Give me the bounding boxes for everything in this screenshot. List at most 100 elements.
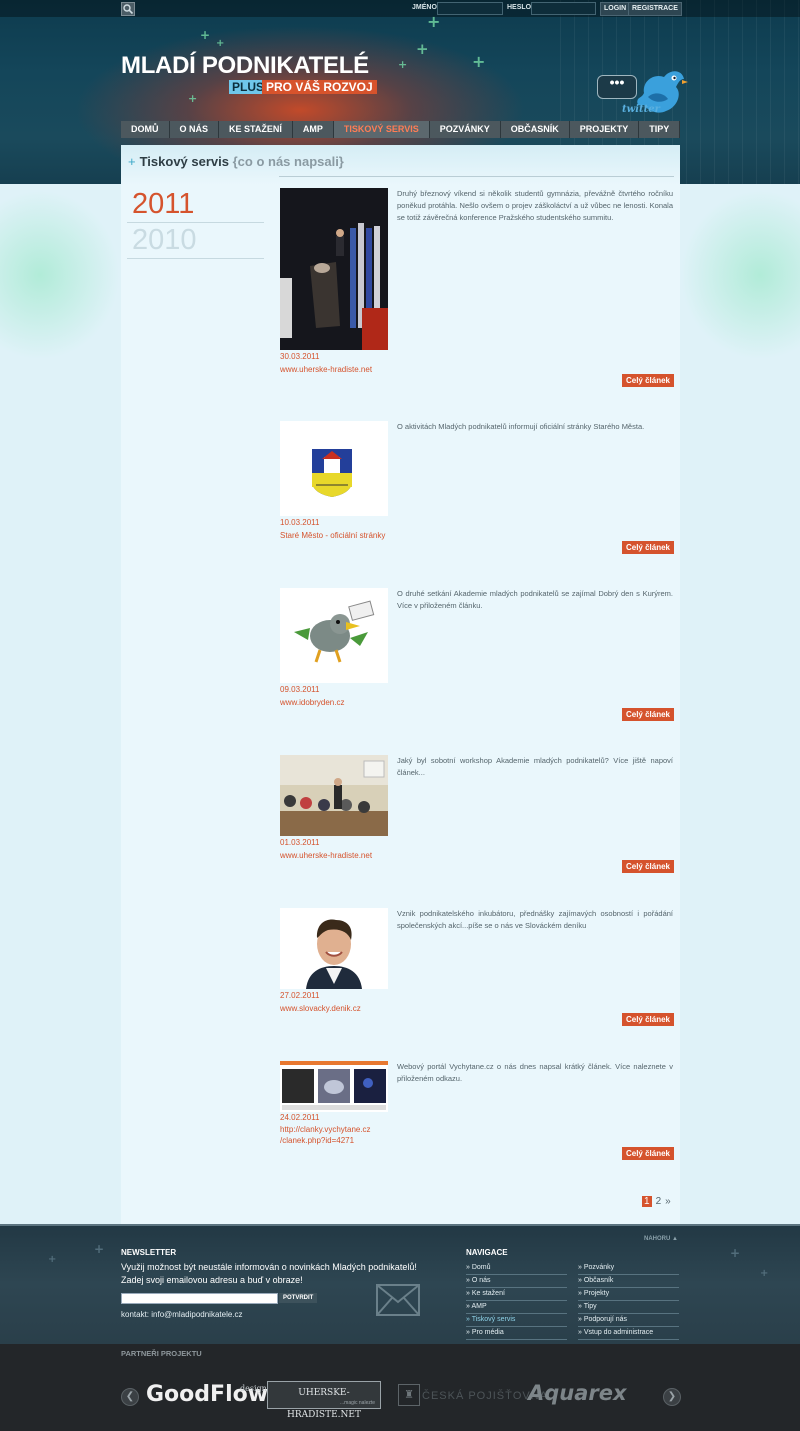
article-source-link[interactable]: www.idobryden.cz	[280, 697, 390, 708]
article-thumbnail[interactable]	[280, 908, 388, 989]
pagination: 1 2 »	[642, 1196, 671, 1207]
article: O druhé setkání Akademie mladých podnika…	[280, 588, 674, 723]
decor-cross: +	[216, 38, 225, 49]
divider	[279, 176, 674, 177]
footer-link-tipy[interactable]: » Tipy	[578, 1301, 679, 1314]
article-source-link[interactable]: www.slovacky.denik.cz	[280, 1003, 390, 1014]
shield-icon: ♜	[398, 1384, 420, 1406]
article-date: 27.02.2011	[280, 991, 320, 1000]
decor-cross: +	[398, 58, 408, 71]
footer-link-domu[interactable]: » Domů	[466, 1262, 567, 1275]
nav-item-o-nas[interactable]: O NÁS	[169, 121, 220, 138]
envelope-icon	[376, 1284, 420, 1321]
article-thumbnail[interactable]	[280, 421, 388, 516]
article-date: 10.03.2011	[280, 518, 320, 527]
footer-link-amp[interactable]: » AMP	[466, 1301, 567, 1314]
partner-logo-aquarex[interactable]: Aquarex	[528, 1381, 627, 1405]
footer: + + + + NAHORU ▲ NEWSLETTER Využij možno…	[0, 1224, 800, 1344]
nav-item-pozvanky[interactable]: POZVÁNKY	[429, 121, 501, 138]
newsletter-submit-button[interactable]: POTVRDIT	[279, 1293, 318, 1303]
footer-link-administrace[interactable]: » Vstup do administrace	[578, 1327, 679, 1340]
article-source-link[interactable]: http://clanky.vychytane.cz /clanek.php?i…	[280, 1124, 375, 1146]
article-text: O druhé setkání Akademie mladých podnika…	[397, 589, 673, 610]
decor-glow	[680, 190, 800, 360]
login-button[interactable]: LOGIN	[600, 2, 631, 16]
footer-link-pozvanky[interactable]: » Pozvánky	[578, 1262, 679, 1275]
password-label: HESLO	[507, 4, 532, 11]
article-date: 24.02.2011	[280, 1113, 320, 1122]
article-text: Webový portál Vychytane.cz o nás dnes na…	[397, 1062, 673, 1083]
full-article-button[interactable]: Celý článek	[621, 708, 674, 721]
article-text: Druhý březnový víkend si několik student…	[397, 189, 673, 222]
divider	[0, 1224, 800, 1226]
footer-link-tiskovy-servis[interactable]: » Tiskový servis	[466, 1314, 567, 1327]
plus-icon: +	[128, 154, 136, 169]
article-thumbnail[interactable]	[280, 755, 388, 836]
logo-title[interactable]: MLADÍ PODNIKATELÉ	[121, 52, 369, 80]
username-input[interactable]	[437, 2, 503, 15]
contact-email[interactable]: kontakt: info@mladipodnikatele.cz	[121, 1310, 243, 1319]
main-nav: DOMŮ O NÁS KE STAŽENÍ AMP TISKOVÝ SERVIS…	[121, 121, 681, 138]
logo-slogan: PRO VÁŠ ROZVOJ	[262, 80, 377, 94]
article-thumbnail[interactable]	[280, 1061, 388, 1112]
nav-item-domu[interactable]: DOMŮ	[121, 121, 170, 138]
register-button[interactable]: REGISTRACE	[628, 2, 682, 16]
username-label: JMÉNO	[412, 4, 437, 11]
page-subtitle: {co o nás napsali}	[232, 154, 344, 169]
footer-link-obcasnik[interactable]: » Občasník	[578, 1275, 679, 1288]
article-source-link[interactable]: www.uherske-hradiste.net	[280, 364, 390, 375]
article: Jaký byl sobotní workshop Akademie mladý…	[280, 755, 674, 880]
top-bar: JMÉNO HESLO LOGIN REGISTRACE	[0, 0, 800, 17]
article: O aktivitách Mladých podnikatelů informu…	[280, 421, 674, 556]
nav-item-obcasnik[interactable]: OBČASNÍK	[500, 121, 570, 138]
full-article-button[interactable]: Celý článek	[621, 860, 674, 873]
decor-cross: +	[94, 1242, 105, 1256]
pagination-next[interactable]: »	[665, 1196, 671, 1207]
newsletter-email-input[interactable]	[121, 1293, 278, 1304]
password-input[interactable]	[531, 2, 596, 15]
article-date: 01.03.2011	[280, 838, 320, 847]
nav-item-amp[interactable]: AMP	[292, 121, 334, 138]
article-date: 30.03.2011	[280, 352, 320, 361]
partners-title: PARTNEŘI PROJEKTU	[121, 1349, 202, 1358]
page-title: + Tiskový servis {co o nás napsali}	[128, 154, 344, 169]
full-article-button[interactable]: Celý článek	[621, 1147, 674, 1160]
nav-item-ke-stazeni[interactable]: KE STAŽENÍ	[219, 121, 293, 138]
twitter-bubble[interactable]: •••	[597, 75, 637, 99]
partner-logo-uh-sub: ...magic nalezte	[340, 1400, 376, 1406]
footer-link-podporuji-nas[interactable]: » Podporují nás	[578, 1314, 679, 1327]
arrow-right-icon[interactable]: ❯	[663, 1388, 681, 1406]
twitter-label[interactable]: twitter	[622, 104, 660, 115]
pagination-page-2[interactable]: 2	[656, 1196, 662, 1207]
nav-item-projekty[interactable]: PROJEKTY	[569, 121, 640, 138]
back-to-top-link[interactable]: NAHORU ▲	[644, 1236, 678, 1242]
article-text: Vznik podnikatelského inkubátoru, předná…	[397, 909, 673, 930]
footer-link-pro-media[interactable]: » Pro média	[466, 1327, 567, 1340]
search-icon[interactable]	[121, 2, 135, 16]
footer-link-o-nas[interactable]: » O nás	[466, 1275, 567, 1288]
full-article-button[interactable]: Celý článek	[621, 541, 674, 554]
year-2011[interactable]: 2011	[127, 187, 264, 223]
nav-item-tiskovy-servis[interactable]: TISKOVÝ SERVIS	[333, 121, 430, 138]
full-article-button[interactable]: Celý článek	[621, 1013, 674, 1026]
footer-link-projekty[interactable]: » Projekty	[578, 1288, 679, 1301]
footer-nav-title: NAVIGACE	[466, 1248, 508, 1257]
nav-item-tipy[interactable]: TIPY	[639, 121, 681, 138]
article-source-link[interactable]: Staré Město - oficiální stránky	[280, 530, 390, 541]
article-thumbnail[interactable]	[280, 588, 388, 683]
article-text: Jaký byl sobotní workshop Akademie mladý…	[397, 756, 673, 777]
footer-link-ke-stazeni[interactable]: » Ke stažení	[466, 1288, 567, 1301]
article-source-link[interactable]: www.uherske-hradiste.net	[280, 850, 390, 861]
article-thumbnail[interactable]	[280, 188, 388, 350]
decor-cross: +	[188, 92, 198, 105]
year-2010[interactable]: 2010	[127, 223, 264, 259]
article: Druhý březnový víkend si několik student…	[280, 188, 674, 388]
full-article-button[interactable]: Celý článek	[621, 374, 674, 387]
pagination-current: 1	[642, 1196, 652, 1207]
arrow-left-icon[interactable]: ❮	[121, 1388, 139, 1406]
page-title-text: Tiskový servis	[139, 154, 229, 169]
main-content: + Tiskový servis {co o nás napsali} 2011 …	[121, 145, 680, 1225]
year-filter: 2011 2010	[127, 187, 264, 259]
partners-section: PARTNEŘI PROJEKTU ❮ ❯ GoodFlow design UH…	[0, 1344, 800, 1431]
decor-cross: +	[48, 1254, 57, 1265]
